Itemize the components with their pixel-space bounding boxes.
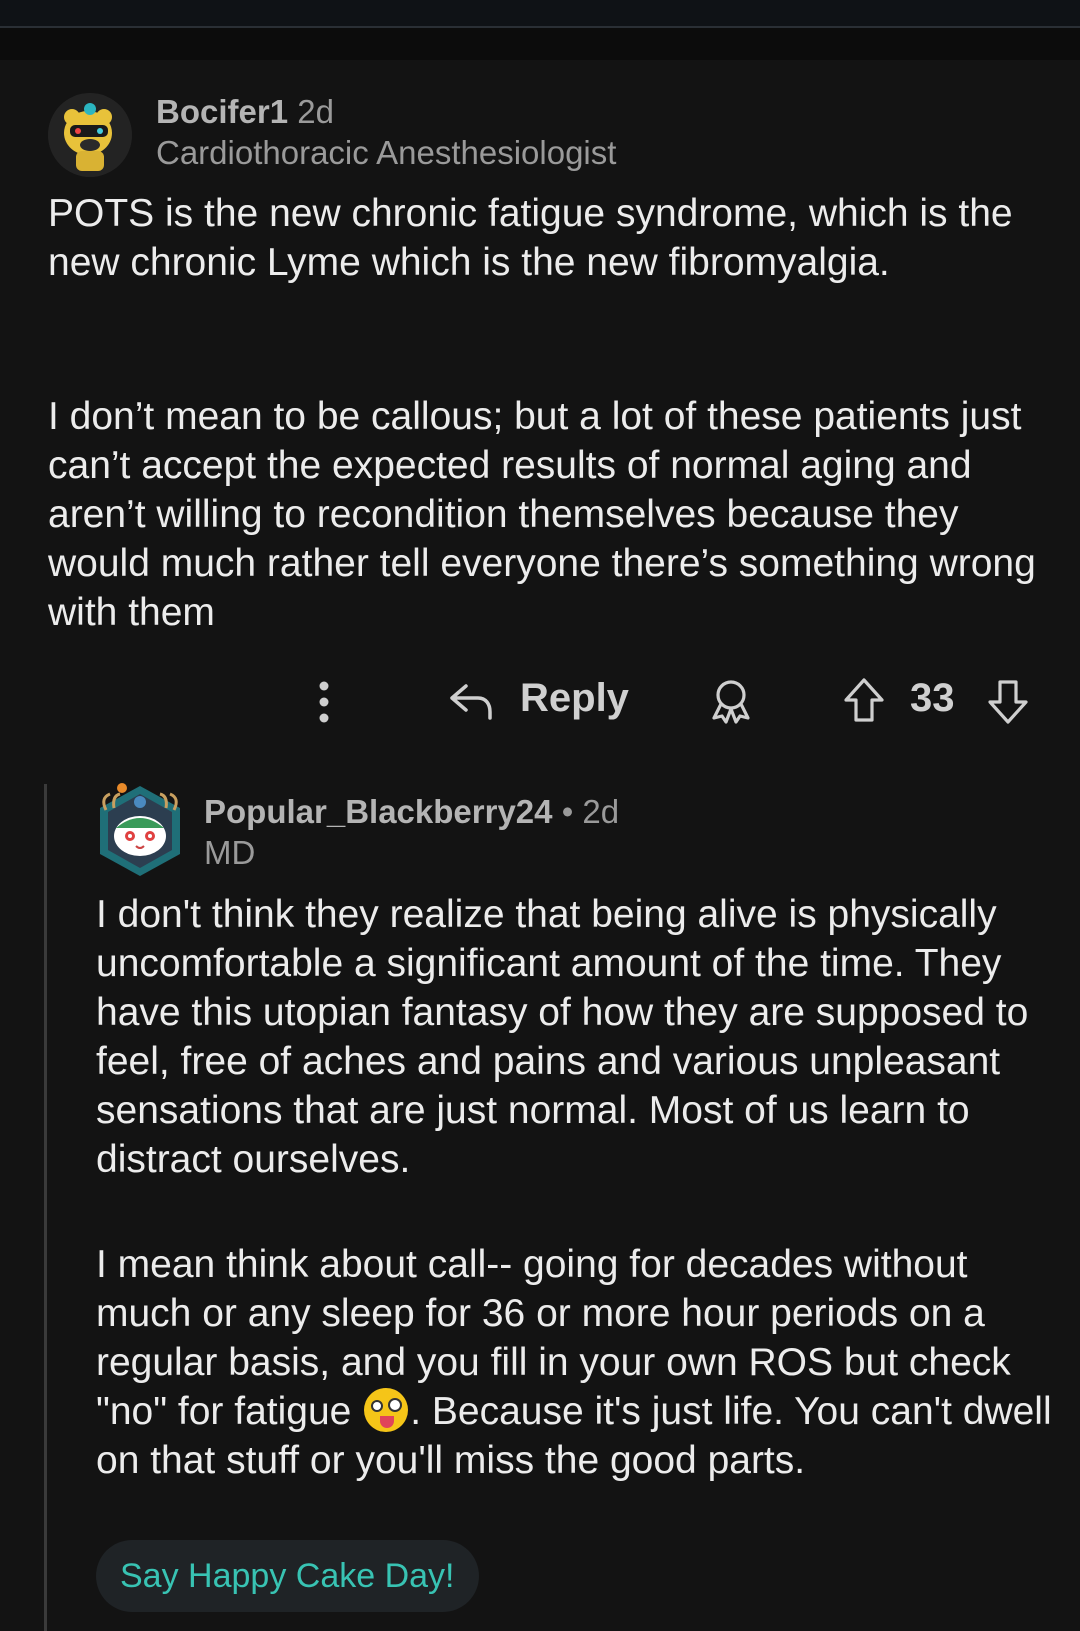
header-band (0, 28, 1080, 60)
user-avatar-icon (48, 93, 132, 177)
username[interactable]: Bocifer1 (156, 93, 288, 130)
more-options-icon[interactable] (316, 678, 332, 726)
downvote-icon[interactable] (986, 678, 1030, 726)
zany-face-icon (364, 1388, 409, 1432)
reply-icon[interactable] (448, 680, 494, 722)
comment-paragraph: POTS is the new chronic fatigue syndrome… (48, 192, 1013, 284)
status-bar-area (0, 0, 1080, 26)
user-avatar-icon (100, 783, 180, 876)
meta-separator: • (561, 793, 574, 830)
user-flair: Cardiothoracic Anesthesiologist (156, 134, 617, 171)
comment-age: 2d (582, 793, 620, 830)
avatar[interactable] (92, 780, 188, 882)
award-icon[interactable] (706, 676, 756, 726)
comment-paragraph: I don’t mean to be callous; but a lot of… (48, 395, 1036, 634)
comment-meta: Popular_Blackberry24 • 2d (204, 792, 619, 832)
comment-age: 2d (297, 93, 334, 130)
comment-paragraph: I mean think about call-- going for deca… (96, 1240, 1056, 1485)
comment-meta: Bocifer1 2d (156, 92, 334, 132)
upvote-icon[interactable] (842, 676, 886, 724)
username[interactable]: Popular_Blackberry24 (204, 793, 553, 830)
user-flair: MD (204, 834, 256, 871)
happy-cake-day-button[interactable]: Say Happy Cake Day! (96, 1540, 479, 1612)
thread-line[interactable] (44, 784, 47, 1631)
comment-paragraph: I don't think they realize that being al… (96, 893, 1029, 1181)
vote-score: 33 (910, 676, 955, 720)
reply-button[interactable]: Reply (520, 676, 629, 721)
avatar[interactable] (48, 93, 132, 177)
